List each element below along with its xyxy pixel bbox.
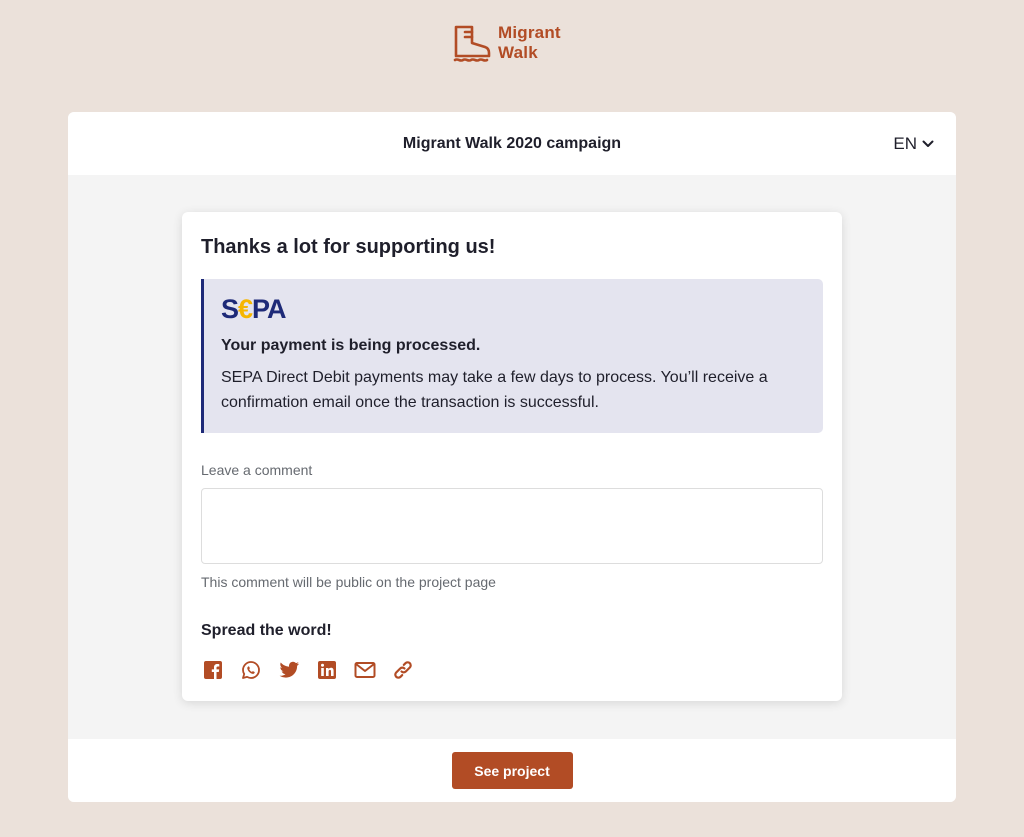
twitter-share-button[interactable] — [277, 658, 301, 682]
footer-bar: See project — [68, 739, 956, 802]
whatsapp-icon — [242, 661, 260, 679]
email-icon — [354, 662, 376, 678]
thanks-heading: Thanks a lot for supporting us! — [201, 236, 496, 258]
comment-hint: This comment will be public on the proje… — [201, 574, 496, 590]
brand-name-line1: Migrant — [498, 23, 561, 42]
sepa-logo: S€PA — [221, 294, 287, 324]
payment-status-text: SEPA Direct Debit payments may take a fe… — [221, 369, 768, 411]
language-selector[interactable]: EN — [893, 112, 934, 175]
sepa-logo-pa: PA — [252, 294, 287, 324]
see-project-button[interactable]: See project — [451, 752, 573, 789]
share-heading: Spread the word! — [201, 622, 332, 639]
twitter-icon — [279, 661, 299, 678]
payment-status-heading: Your payment is being processed. — [221, 337, 481, 354]
language-label: EN — [893, 133, 917, 153]
campaign-header: Migrant Walk 2020 campaign EN — [68, 112, 956, 175]
boot-icon — [453, 25, 491, 62]
brand-name-line2: Walk — [498, 43, 538, 62]
share-buttons — [201, 658, 429, 682]
facebook-icon — [204, 661, 222, 679]
sepa-notice: S€PA Your payment is being processed. SE… — [201, 279, 823, 433]
campaign-title: Migrant Walk 2020 campaign — [402, 134, 622, 152]
link-icon — [394, 661, 412, 679]
chevron-down-icon — [922, 140, 934, 147]
sepa-logo-s: S — [221, 294, 239, 324]
linkedin-share-button[interactable] — [315, 658, 339, 682]
confirmation-panel: Thanks a lot for supporting us! S€PA You… — [182, 212, 842, 701]
facebook-share-button[interactable] — [201, 658, 225, 682]
brand-name: Migrant Walk — [498, 23, 561, 63]
whatsapp-share-button[interactable] — [239, 658, 263, 682]
brand-logo: Migrant Walk — [452, 22, 561, 64]
sepa-logo-euro: € — [238, 294, 253, 324]
comment-label: Leave a comment — [201, 462, 313, 478]
comment-input[interactable] — [201, 488, 823, 564]
campaign-card: Migrant Walk 2020 campaign EN Thanks a l… — [68, 112, 956, 802]
copy-link-button[interactable] — [391, 658, 415, 682]
linkedin-icon — [318, 661, 336, 679]
email-share-button[interactable] — [353, 658, 377, 682]
